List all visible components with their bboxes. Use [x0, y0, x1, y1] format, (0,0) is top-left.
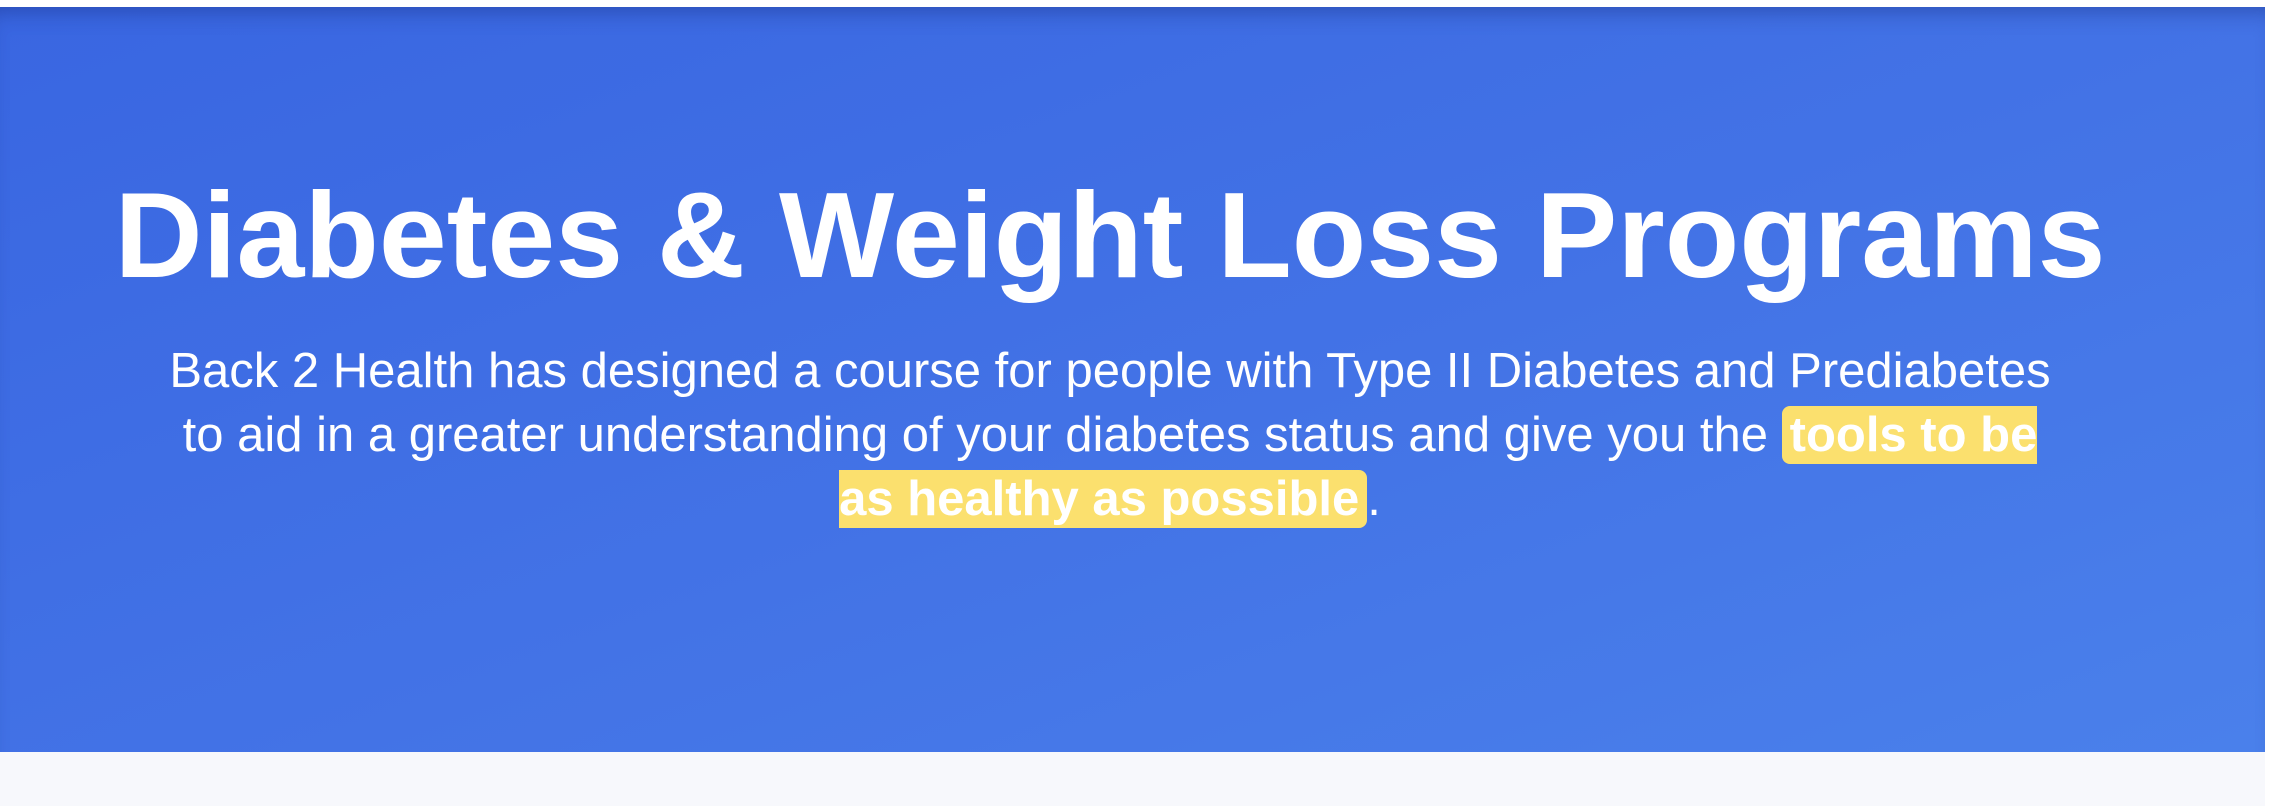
- description-text: Back 2 Health has designed a course for …: [169, 344, 2051, 462]
- hero-description: Back 2 Health has designed a course for …: [150, 339, 2070, 531]
- description-end: .: [1367, 472, 1381, 526]
- scrollbar-gutter: [2265, 0, 2280, 806]
- page-title: Diabetes & Weight Loss Programs: [114, 167, 2106, 303]
- next-section: [0, 752, 2265, 806]
- page: Diabetes & Weight Loss Programs Back 2 H…: [0, 0, 2280, 806]
- hero-banner: Diabetes & Weight Loss Programs Back 2 H…: [0, 7, 2265, 752]
